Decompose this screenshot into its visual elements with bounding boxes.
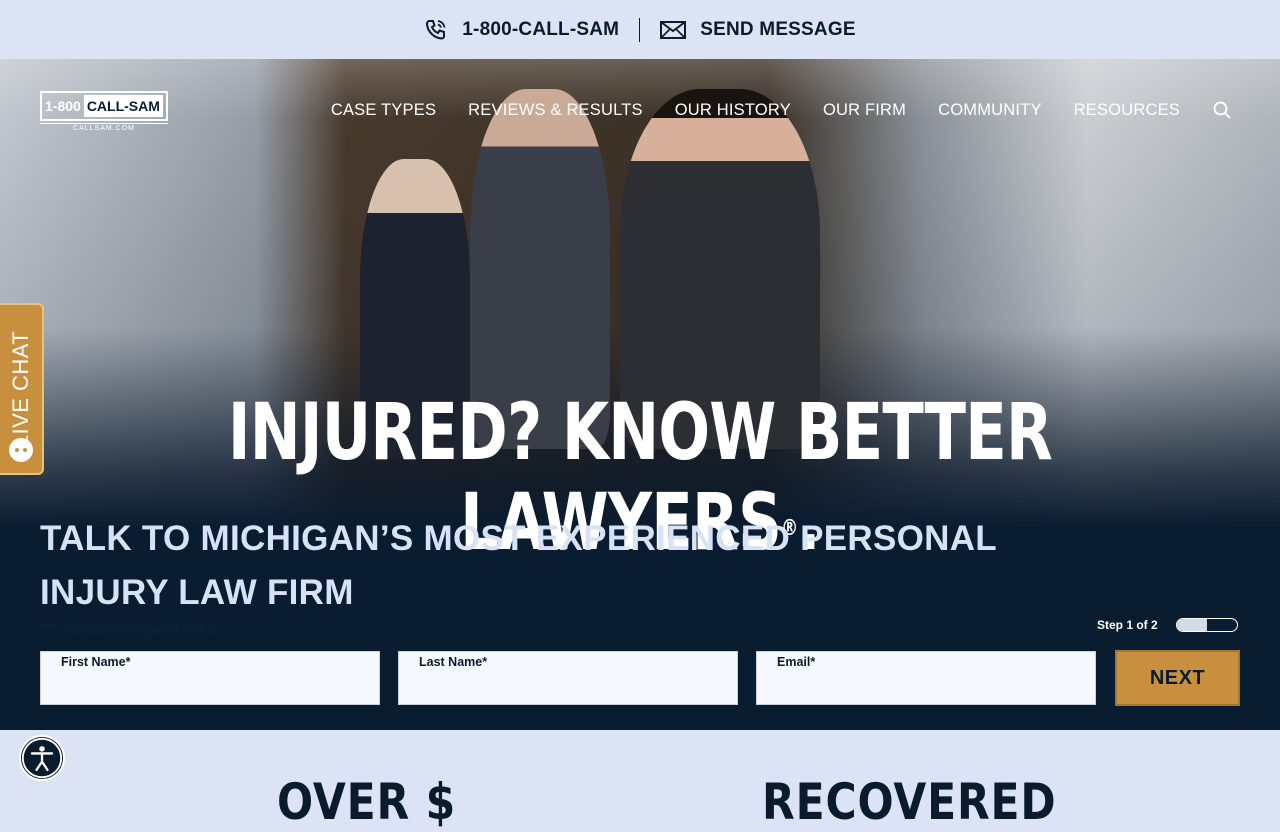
nav-community[interactable]: COMMUNITY bbox=[938, 101, 1042, 120]
chat-bubble-icon bbox=[9, 438, 33, 462]
phone-link[interactable]: 1-800-CALL-SAM bbox=[424, 18, 619, 42]
nav-resources[interactable]: RESOURCES bbox=[1074, 101, 1180, 120]
last-name-field[interactable]: Last Name* bbox=[398, 651, 738, 705]
send-message-label: SEND MESSAGE bbox=[700, 18, 856, 40]
required-fields-note: "*" indicates required fields bbox=[40, 621, 219, 638]
phone-label: 1-800-CALL-SAM bbox=[462, 18, 620, 40]
nav-our-firm[interactable]: OUR FIRM bbox=[823, 101, 906, 120]
form-progress-bar bbox=[1176, 618, 1238, 632]
email-field[interactable]: Email* bbox=[756, 651, 1096, 705]
stat-left-heading: OVER $ bbox=[277, 773, 457, 831]
nav-reviews-results[interactable]: REVIEWS & RESULTS bbox=[468, 101, 643, 120]
accessibility-icon[interactable] bbox=[19, 735, 65, 781]
hero-subheading: TALK TO MICHIGAN’S MOST EXPERIENCED PERS… bbox=[40, 519, 997, 612]
logo-box: 1-800 CALL-SAM bbox=[40, 91, 168, 121]
first-name-label: First Name* bbox=[61, 655, 131, 669]
main-nav: CASE TYPES REVIEWS & RESULTS OUR HISTORY… bbox=[331, 100, 1232, 120]
first-name-field[interactable]: First Name* bbox=[40, 651, 380, 705]
logo-text-right: CALL-SAM bbox=[83, 95, 163, 117]
site-logo[interactable]: 1-800 CALL-SAM CALLSAM.COM bbox=[40, 91, 168, 132]
envelope-icon bbox=[660, 20, 687, 39]
live-chat-tab[interactable]: LIVE CHAT bbox=[0, 303, 44, 475]
search-icon[interactable] bbox=[1212, 100, 1232, 120]
nav-our-history[interactable]: OUR HISTORY bbox=[675, 101, 791, 120]
send-message-link[interactable]: SEND MESSAGE bbox=[660, 19, 856, 41]
form-progress-fill bbox=[1177, 619, 1207, 631]
phone-icon bbox=[426, 19, 446, 40]
last-name-label: Last Name* bbox=[419, 655, 488, 669]
live-chat-label: LIVE CHAT bbox=[8, 330, 33, 448]
next-button[interactable]: NEXT bbox=[1115, 650, 1240, 706]
stat-right-heading: RECOVERED bbox=[762, 773, 1057, 831]
form-step-label: Step 1 of 2 bbox=[1097, 618, 1158, 632]
topbar-divider bbox=[639, 17, 641, 42]
logo-text-left: 1-800 bbox=[45, 98, 81, 114]
logo-subtext: CALLSAM.COM bbox=[40, 123, 168, 132]
email-label: Email* bbox=[777, 655, 816, 669]
nav-case-types[interactable]: CASE TYPES bbox=[331, 101, 436, 120]
top-contact-bar: 1-800-CALL-SAM SEND MESSAGE bbox=[0, 0, 1280, 59]
